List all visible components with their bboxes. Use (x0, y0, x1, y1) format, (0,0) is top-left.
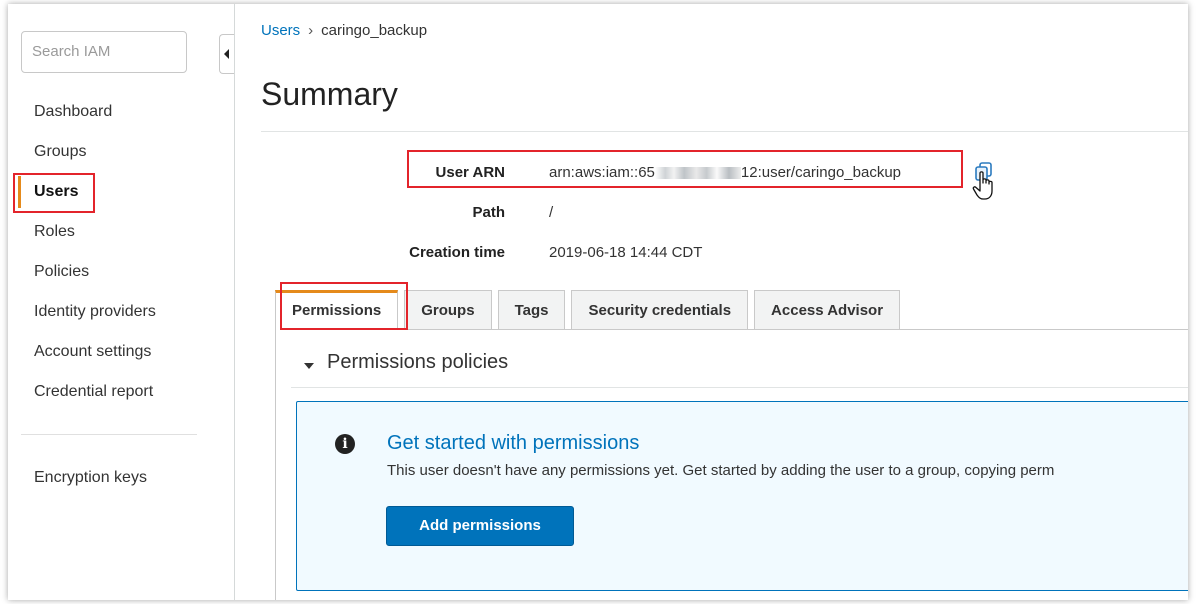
sidebar-item-identity-providers[interactable]: Identity providers (8, 299, 234, 339)
title-divider (261, 131, 1188, 132)
path-label: Path (472, 204, 505, 221)
tab-groups[interactable]: Groups (404, 290, 492, 330)
search-input[interactable]: Search IAM (21, 31, 187, 73)
sidebar-item-credential-report[interactable]: Credential report (8, 379, 234, 419)
tab-security-credentials[interactable]: Security credentials (571, 290, 749, 330)
arn-highlight-box (407, 150, 963, 188)
creation-time-label: Creation time (409, 244, 505, 261)
sidebar-item-policies[interactable]: Policies (8, 259, 234, 299)
breadcrumb-current: caringo_backup (321, 22, 428, 39)
caret-down-icon[interactable] (304, 363, 314, 369)
tab-tags[interactable]: Tags (497, 290, 566, 330)
users-highlight-box (13, 173, 95, 213)
sidebar: Search IAM Dashboard Groups Users Roles … (8, 4, 235, 600)
summary-row-path: Path / (235, 204, 1135, 228)
tab-access-advisor[interactable]: Access Advisor (754, 290, 901, 330)
summary-row-creation-time: Creation time 2019-06-18 14:44 CDT (235, 244, 1135, 268)
sidebar-item-account-settings[interactable]: Account settings (8, 339, 234, 379)
breadcrumb: Users › caringo_backup (261, 22, 427, 39)
creation-time-value: 2019-06-18 14:44 CDT (549, 244, 703, 261)
section-divider (291, 387, 1188, 388)
sidebar-divider (21, 434, 197, 435)
iam-console-window: Search IAM Dashboard Groups Users Roles … (8, 4, 1188, 600)
permissions-policies-header[interactable]: Permissions policies (327, 351, 508, 374)
info-title: Get started with permissions (387, 432, 640, 454)
breadcrumb-chevron-icon: › (308, 22, 314, 39)
permissions-tab-highlight-box (280, 282, 408, 330)
permissions-info-box: i Get started with permissions This user… (296, 401, 1188, 591)
add-permissions-button[interactable]: Add permissions (386, 506, 574, 546)
page-title: Summary (261, 76, 398, 112)
info-text: This user doesn't have any permissions y… (387, 462, 1055, 479)
sidebar-item-dashboard[interactable]: Dashboard (8, 99, 234, 139)
collapse-sidebar-button[interactable] (219, 34, 235, 74)
path-value: / (549, 204, 554, 221)
breadcrumb-users-link[interactable]: Users (261, 22, 300, 39)
info-icon: i (335, 434, 355, 454)
sidebar-nav: Dashboard Groups Users Roles Policies Id… (8, 99, 234, 419)
hand-cursor-icon (972, 171, 993, 200)
sidebar-item-roles[interactable]: Roles (8, 219, 234, 259)
main-content: Users › caringo_backup Summary User ARN ar… (235, 4, 1188, 600)
sidebar-item-encryption-keys[interactable]: Encryption keys (34, 469, 147, 487)
